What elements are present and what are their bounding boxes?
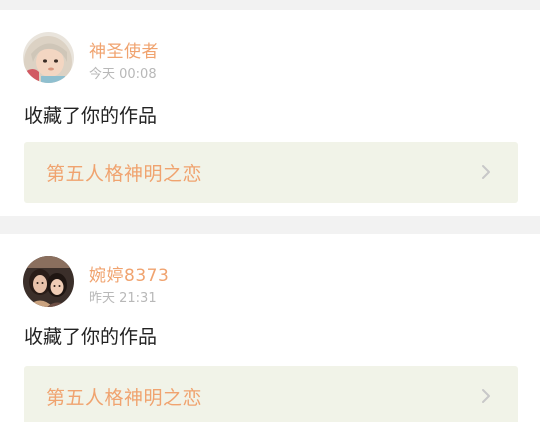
avatar[interactable]	[23, 256, 74, 307]
username[interactable]: 婉婷8373	[89, 261, 169, 286]
baby-photo-avatar-icon	[23, 32, 74, 83]
notification-card: 婉婷8373 昨天 21:31 收藏了你的作品 第五人格神明之恋	[0, 234, 540, 422]
two-girls-photo-avatar-icon	[23, 256, 74, 307]
action-text: 收藏了你的作品	[24, 326, 158, 348]
notification-feed: 神圣使者 今天 00:08 收藏了你的作品 第五人格神明之恋 婉婷8373 昨天…	[0, 0, 540, 422]
chevron-right-icon	[482, 165, 490, 179]
work-link[interactable]: 第五人格神明之恋	[24, 142, 518, 203]
work-title: 第五人格神明之恋	[46, 387, 203, 409]
avatar[interactable]	[23, 32, 74, 83]
chevron-right-icon	[482, 389, 490, 403]
timestamp: 昨天 21:31	[89, 291, 157, 306]
work-link[interactable]: 第五人格神明之恋	[24, 366, 518, 422]
notification-card: 神圣使者 今天 00:08 收藏了你的作品 第五人格神明之恋	[0, 10, 540, 216]
username[interactable]: 神圣使者	[89, 37, 159, 62]
timestamp: 今天 00:08	[89, 67, 157, 82]
action-text: 收藏了你的作品	[24, 105, 158, 127]
work-title: 第五人格神明之恋	[46, 163, 203, 185]
